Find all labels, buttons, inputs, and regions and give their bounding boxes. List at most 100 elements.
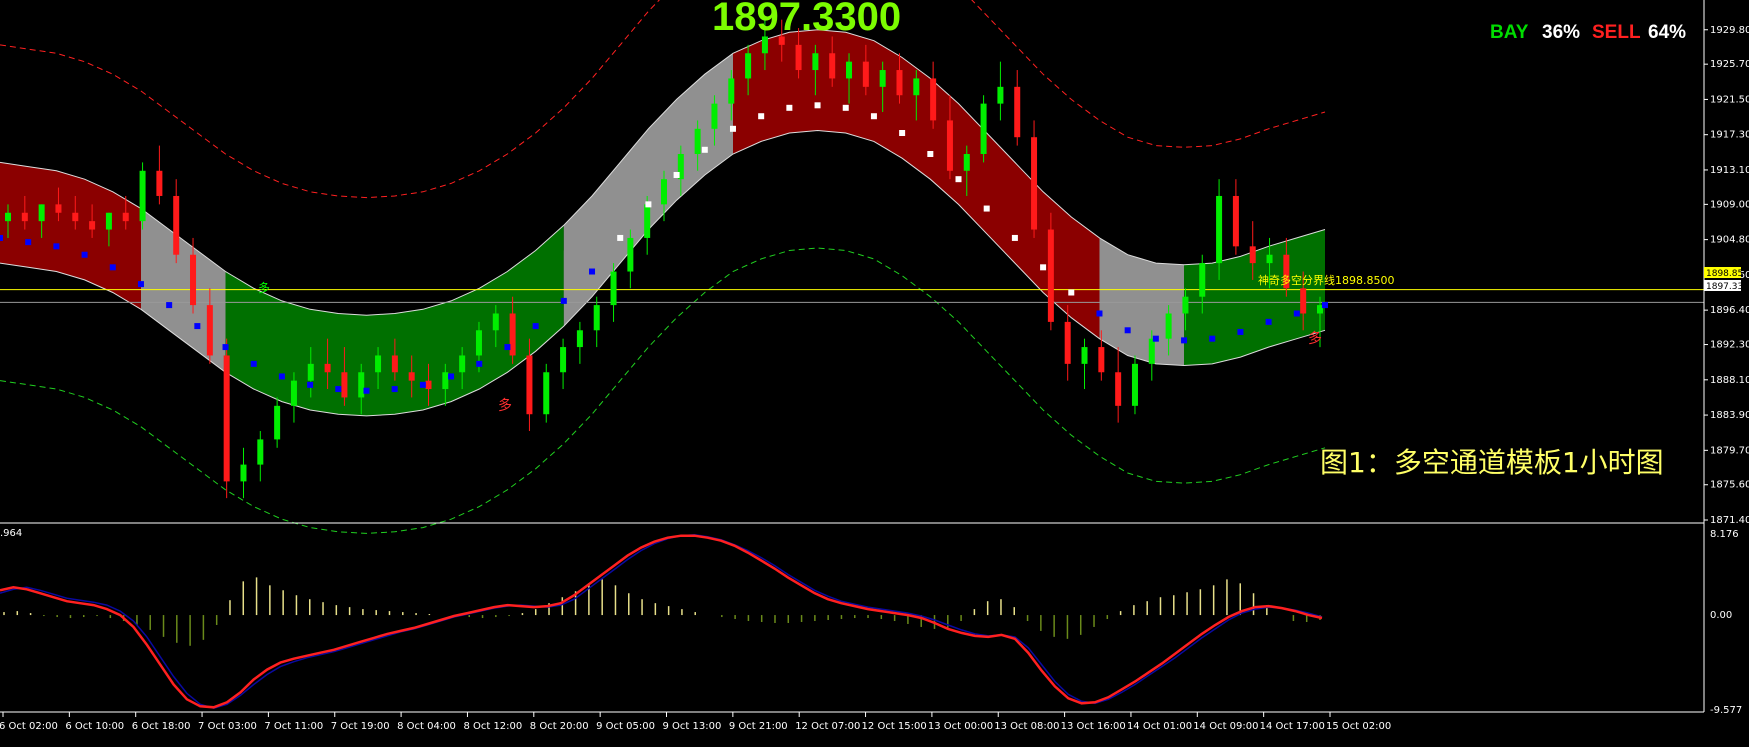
candle-body <box>55 204 62 213</box>
candle-body <box>1249 246 1256 264</box>
price-tick-label: 1917.30 <box>1710 130 1749 141</box>
time-tick-label: 13 Oct 16:00 <box>1061 721 1126 732</box>
candle-body <box>475 330 482 356</box>
macd-tick-label: -9.577 <box>1710 705 1742 716</box>
candle-body <box>610 271 617 306</box>
candle-body <box>795 44 802 71</box>
candle-body <box>72 212 79 222</box>
candle-body <box>509 313 516 356</box>
candle-body <box>1115 372 1122 406</box>
signal-dot <box>983 205 990 212</box>
signal-dot <box>1040 264 1047 271</box>
chart-caption: 图1：多空通道模板1小时图 <box>1320 446 1664 479</box>
price-tick-label: 1879.70 <box>1710 445 1749 456</box>
signal-dot <box>1322 302 1328 309</box>
candle-body <box>341 372 348 398</box>
candle-body <box>930 78 937 121</box>
price-tick-label: 1892.30 <box>1710 340 1749 351</box>
time-tick-label: 7 Oct 19:00 <box>331 721 390 732</box>
candle-body <box>526 355 533 415</box>
signal-dot <box>1265 318 1272 325</box>
candle-body <box>307 363 314 381</box>
candle-body <box>963 153 970 171</box>
candle-body <box>1216 195 1223 264</box>
candle-body <box>980 103 987 154</box>
candle-body <box>89 221 96 230</box>
candle-body <box>459 355 466 373</box>
candle-body <box>173 195 180 255</box>
candle-body <box>913 78 920 96</box>
time-tick-label: 8 Oct 20:00 <box>530 721 589 732</box>
price-tick-label: 1913.10 <box>1710 165 1749 176</box>
candle-body <box>139 170 146 222</box>
signal-dot <box>673 171 680 178</box>
price-tick-label: 1883.90 <box>1710 410 1749 421</box>
signal-dot <box>899 130 906 137</box>
price-chart: 8.176 0.00 -9.577 .964 1929.80 1925.70 1921.5… <box>0 0 1749 732</box>
signal-dot <box>109 264 116 271</box>
candle-body <box>661 179 667 205</box>
signal-dot <box>729 125 736 132</box>
candle-body <box>1031 137 1038 230</box>
signal-dot <box>1124 327 1131 334</box>
price-tick-label: 1925.70 <box>1710 59 1749 70</box>
candle-body <box>576 330 583 348</box>
candle-body <box>711 103 718 129</box>
signal-dot <box>166 302 173 309</box>
time-tick-label: 6 Oct 02:00 <box>0 721 58 732</box>
price-tag-current-text: 1897.33 <box>1706 282 1743 292</box>
time-tick-label: 13 Oct 08:00 <box>994 721 1059 732</box>
candle-body <box>862 61 869 87</box>
candle-body <box>442 372 449 390</box>
candle-body <box>1064 321 1071 364</box>
sell-percent: 64% <box>1648 22 1686 43</box>
channel-segment-3 <box>563 53 733 327</box>
candle-body <box>324 363 331 373</box>
price-tick-label: 1909.00 <box>1710 199 1749 210</box>
price-tick-label: 1904.80 <box>1710 235 1749 246</box>
price-tick-label: 1929.80 <box>1710 25 1749 36</box>
time-tick-label: 6 Oct 10:00 <box>65 721 124 732</box>
signal-dot <box>927 150 934 157</box>
signal-dot <box>419 381 426 388</box>
candle-body <box>593 305 600 331</box>
signal-dot <box>1237 328 1244 335</box>
candle-body <box>156 170 163 196</box>
macd-tick-label: 8.176 <box>1710 529 1739 540</box>
candle-body <box>896 70 903 96</box>
signal-mark-1: 多 <box>498 397 512 414</box>
signal-dot <box>701 146 708 153</box>
signal-dot <box>391 386 398 393</box>
time-tick-label: 12 Oct 07:00 <box>795 721 860 732</box>
candle-body <box>1182 296 1189 314</box>
candle-body <box>1266 254 1273 264</box>
signal-dot <box>307 381 314 388</box>
macd-top-left-value: .964 <box>0 528 22 539</box>
bay-sell-indicator: BAY 36% SELL 64% <box>1490 22 1686 43</box>
price-tag-ref: 1898.85 <box>1704 267 1743 279</box>
candle-body <box>375 355 382 373</box>
candle-body <box>1199 263 1206 297</box>
candle-body <box>846 61 853 79</box>
signal-dot <box>1293 310 1300 317</box>
signal-dot <box>758 113 765 120</box>
signal-dot <box>532 323 539 330</box>
signal-dot <box>1209 335 1216 342</box>
time-tick-label: 7 Oct 03:00 <box>198 721 257 732</box>
time-tick-label: 9 Oct 05:00 <box>596 721 655 732</box>
signal-dot <box>645 201 652 208</box>
time-tick-label: 8 Oct 12:00 <box>463 721 522 732</box>
time-tick-label: 15 Oct 02:00 <box>1326 721 1391 732</box>
candle-body <box>812 53 819 71</box>
price-tick-label: 1875.60 <box>1710 480 1749 491</box>
candle-body <box>1098 347 1105 373</box>
candle-body <box>560 347 567 373</box>
candle-body <box>543 372 550 415</box>
chart-root: 8.176 0.00 -9.577 .964 1929.80 1925.70 1921.5… <box>0 0 1749 743</box>
macd-panel: 8.176 0.00 -9.577 .964 <box>0 528 1742 716</box>
signal-dot <box>25 239 32 246</box>
candle-body <box>391 355 398 373</box>
candle-body <box>1165 313 1172 339</box>
time-tick-label: 13 Oct 00:00 <box>928 721 993 732</box>
candle-body <box>1148 338 1155 364</box>
